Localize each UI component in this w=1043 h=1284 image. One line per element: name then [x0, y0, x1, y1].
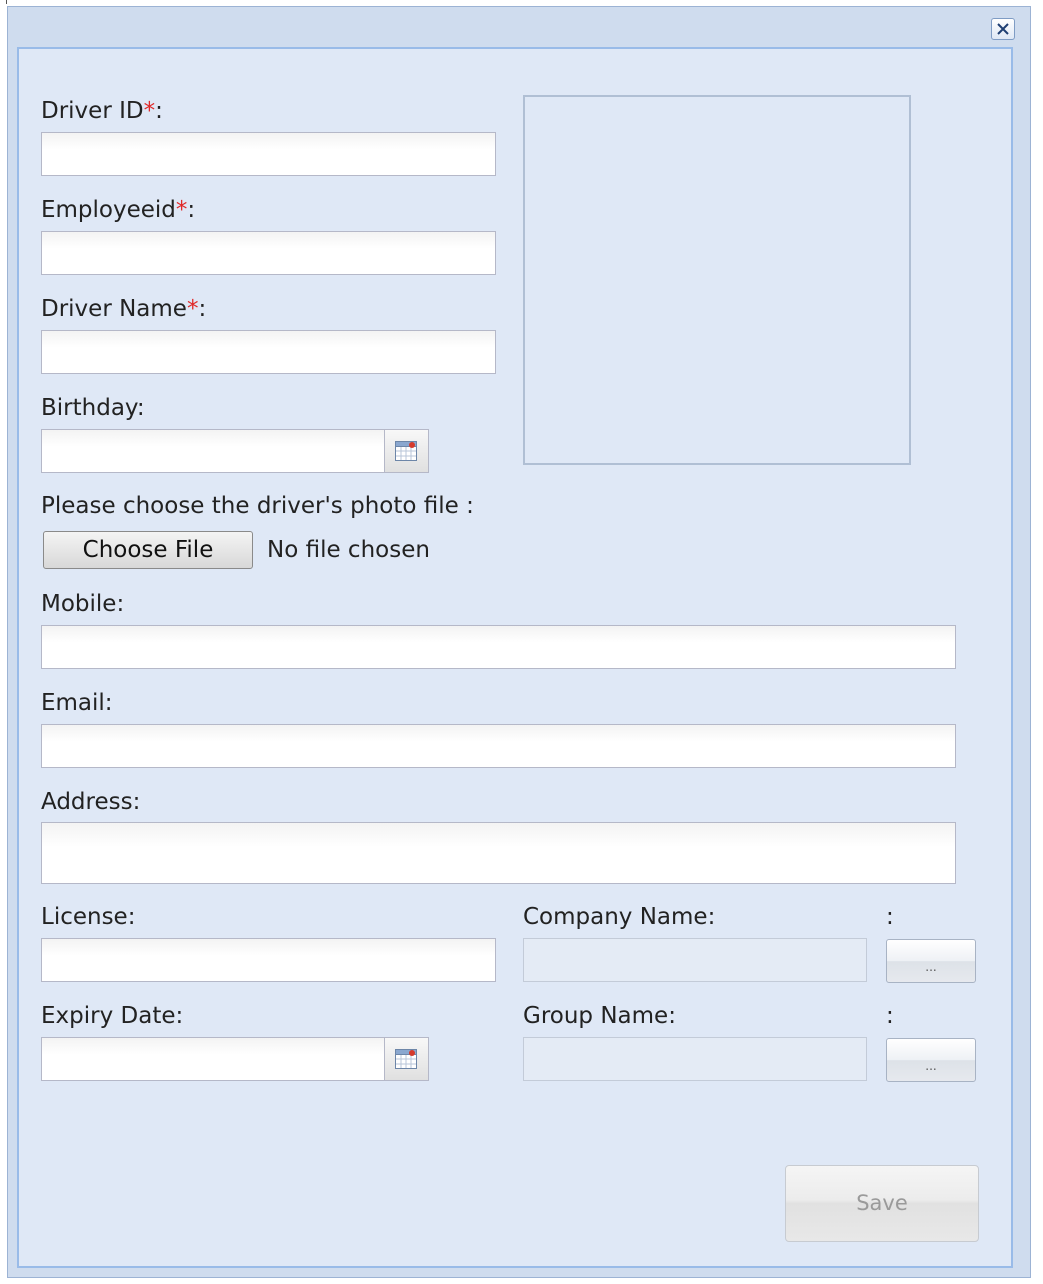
group-name-colon: : [886, 1003, 894, 1029]
group-name-label: Group Name: [523, 1003, 676, 1029]
birthday-label: Birthday: [41, 395, 145, 421]
save-button[interactable]: Save [785, 1165, 979, 1242]
file-status: No file chosen [267, 537, 430, 563]
email-input[interactable] [41, 724, 956, 768]
company-name-label: Company Name: [523, 904, 716, 930]
calendar-icon [395, 1049, 417, 1069]
license-input[interactable] [41, 938, 496, 982]
group-select-button[interactable]: ... [886, 1038, 976, 1082]
address-input[interactable] [41, 822, 956, 884]
driver-name-label: Driver Name*: [41, 296, 207, 322]
birthday-input[interactable] [41, 429, 385, 473]
company-select-button[interactable]: ... [886, 939, 976, 983]
company-name-colon: : [886, 904, 894, 930]
employee-id-input[interactable] [41, 231, 496, 275]
driver-photo-preview [523, 95, 911, 465]
calendar-icon [395, 441, 417, 461]
required-marker: * [143, 98, 156, 124]
expiry-calendar-button[interactable] [385, 1037, 429, 1081]
required-marker: * [175, 197, 188, 223]
expiry-date-input[interactable] [41, 1037, 385, 1081]
dialog-titlebar [8, 7, 1030, 47]
photo-prompt: Please choose the driver's photo file : [41, 493, 474, 519]
group-name-field [523, 1037, 867, 1081]
mobile-input[interactable] [41, 625, 956, 669]
close-icon [997, 23, 1009, 35]
license-label: License: [41, 904, 136, 930]
required-marker: * [186, 296, 199, 322]
driver-id-label: Driver ID*: [41, 98, 163, 124]
employee-id-label: Employeeid*: [41, 197, 196, 223]
choose-file-button[interactable]: Choose File [43, 531, 253, 569]
address-label: Address: [41, 789, 141, 815]
corner-mark [6, 0, 7, 4]
driver-name-input[interactable] [41, 330, 496, 374]
birthday-calendar-button[interactable] [385, 429, 429, 473]
driver-id-input[interactable] [41, 132, 496, 176]
email-label: Email: [41, 690, 113, 716]
close-button[interactable] [991, 18, 1015, 40]
expiry-date-label: Expiry Date: [41, 1003, 184, 1029]
company-name-field [523, 938, 867, 982]
mobile-label: Mobile: [41, 591, 125, 617]
